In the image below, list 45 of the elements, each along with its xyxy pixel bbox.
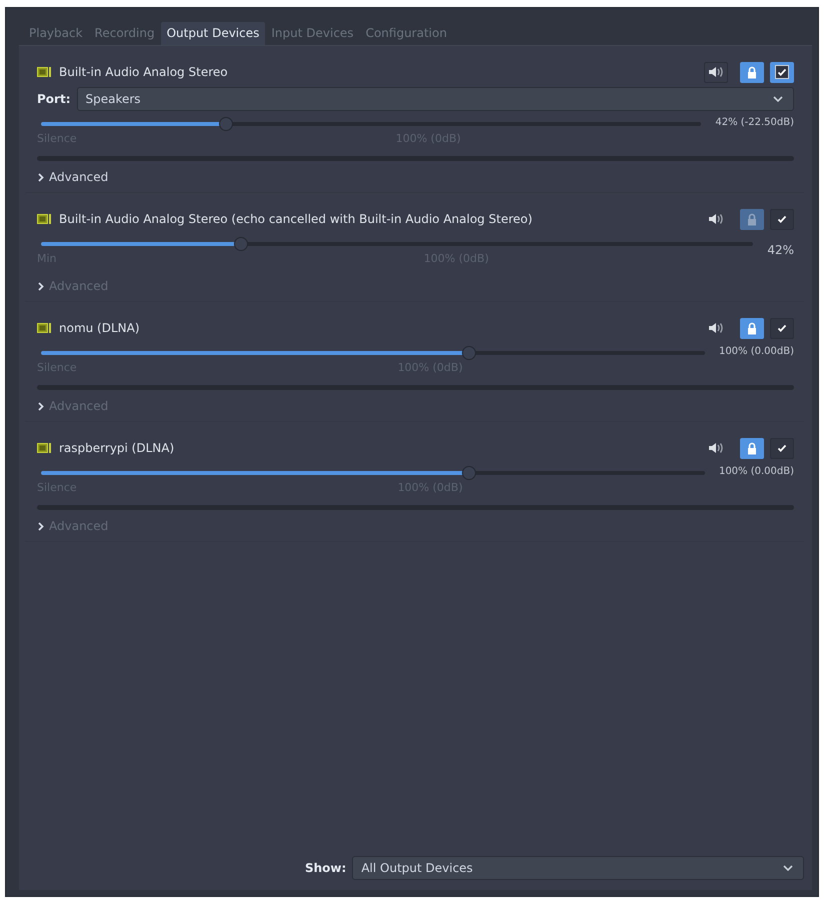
chevron-right-icon	[37, 402, 45, 410]
show-label: Show:	[305, 861, 346, 875]
device-name: Built-in Audio Analog Stereo (echo cancelled with Built-in Audio Analog Stereo)	[59, 212, 532, 226]
chevron-right-icon	[37, 522, 45, 530]
check-icon	[775, 65, 789, 79]
lock-channels-button[interactable]	[740, 438, 764, 458]
port-label: Port:	[37, 92, 70, 106]
volume-reading: 42% (-22.50dB)	[715, 117, 794, 128]
speaker-icon	[708, 322, 724, 334]
speaker-icon	[708, 213, 724, 225]
device-name: Built-in Audio Analog Stereo	[59, 65, 228, 79]
volume-reading: 42%	[767, 243, 794, 257]
lock-icon	[747, 66, 757, 78]
mute-button[interactable]	[704, 62, 728, 82]
lock-channels-button[interactable]	[740, 318, 764, 338]
default-toggle-button[interactable]	[770, 438, 794, 458]
default-toggle-button[interactable]	[770, 208, 794, 230]
speaker-icon	[708, 442, 724, 454]
tab[interactable]: Input Devices	[265, 22, 360, 45]
chevron-down-icon	[773, 96, 783, 102]
sound-card-icon	[37, 213, 53, 225]
advanced-expander[interactable]: Advanced	[37, 170, 108, 184]
show-dropdown[interactable]: All Output Devices	[352, 856, 804, 880]
lock-icon	[747, 212, 757, 226]
default-toggle-button[interactable]	[770, 62, 794, 82]
chevron-right-icon	[37, 172, 45, 182]
lock-channels-button[interactable]	[740, 62, 764, 82]
volume-reading: 100% (0.00dB)	[718, 466, 794, 477]
chevron-right-icon	[37, 282, 45, 290]
device-name: nomu (DLNA)	[59, 321, 140, 335]
port-dropdown[interactable]: Speakers	[76, 87, 794, 111]
chevron-down-icon	[783, 865, 793, 871]
tab[interactable]: Configuration	[360, 22, 453, 45]
tab[interactable]: Output Devices	[160, 22, 266, 45]
sound-card-icon	[37, 442, 53, 454]
volume-reading: 100% (0.00dB)	[718, 346, 794, 357]
tab[interactable]: Recording	[88, 22, 161, 45]
default-toggle-button[interactable]	[770, 318, 794, 338]
device-name: raspberrypi (DLNA)	[59, 441, 174, 455]
lock-icon	[747, 322, 757, 334]
lock-icon	[747, 442, 757, 454]
tab[interactable]: Playback	[23, 22, 89, 45]
speaker-icon	[708, 66, 724, 78]
sound-card-icon	[37, 66, 53, 78]
sound-card-icon	[37, 322, 53, 334]
